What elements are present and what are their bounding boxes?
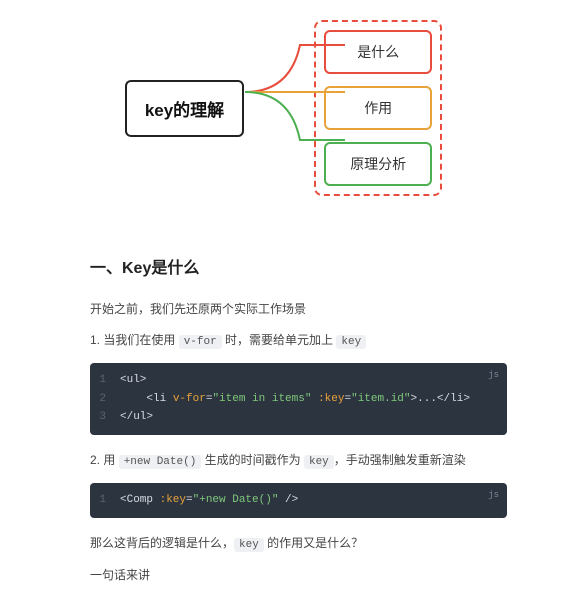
text: 那么这背后的逻辑是什么， (90, 536, 234, 550)
code-line: 3</ul> (90, 408, 497, 427)
text: 2. 用 (90, 453, 119, 467)
code-content: </ul> (120, 408, 153, 427)
point-2: 2. 用 +new Date() 生成的时间戳作为 key，手动强制触发重新渲染 (90, 449, 507, 473)
code-line: 2 <li v-for="item in items" :key="item.i… (90, 390, 497, 409)
question-text: 那么这背后的逻辑是什么，key 的作用又是什么？ (90, 532, 507, 556)
text: ，手动强制触发重新渲染 (334, 453, 466, 467)
text: 1. 当我们在使用 (90, 333, 179, 347)
inline-code: key (234, 538, 264, 552)
child-node-what: 是什么 (324, 30, 432, 74)
code-block-2: js 1<Comp :key="+new Date()" /> (90, 483, 507, 518)
root-node: key的理解 (125, 80, 244, 137)
code-block-1: js 1<ul>2 <li v-for="item in items" :key… (90, 363, 507, 435)
text: 时，需要给单元加上 (222, 333, 337, 347)
line-number: 1 (90, 371, 120, 390)
code-lines: 1<Comp :key="+new Date()" /> (90, 491, 497, 510)
code-content: <ul> (120, 371, 146, 390)
code-lines: 1<ul>2 <li v-for="item in items" :key="i… (90, 371, 497, 427)
text: 生成的时间戳作为 (201, 453, 304, 467)
code-lang-badge: js (488, 367, 499, 384)
point-1: 1. 当我们在使用 v-for 时，需要给单元加上 key (90, 329, 507, 353)
line-number: 3 (90, 408, 120, 427)
code-content: <Comp :key="+new Date()" /> (120, 491, 298, 510)
section-heading: 一、Key是什么 (90, 254, 507, 284)
inline-code: v-for (179, 335, 222, 349)
child-node-principle: 原理分析 (324, 142, 432, 186)
outro-text: 一句话来讲 (90, 564, 507, 587)
inline-code: key (336, 335, 366, 349)
code-lang-badge: js (488, 487, 499, 504)
article-body: 一、Key是什么 开始之前，我们先还原两个实际工作场景 1. 当我们在使用 v-… (0, 226, 567, 611)
mindmap-diagram: key的理解 是什么 作用 原理分析 (0, 0, 567, 226)
inline-code: key (304, 455, 334, 469)
text: 的作用又是什么？ (264, 536, 363, 550)
children-container: 是什么 作用 原理分析 (314, 20, 442, 196)
intro-text: 开始之前，我们先还原两个实际工作场景 (90, 298, 507, 321)
code-line: 1<Comp :key="+new Date()" /> (90, 491, 497, 510)
code-content: <li v-for="item in items" :key="item.id"… (120, 390, 470, 409)
inline-code: +new Date() (119, 455, 202, 469)
child-node-purpose: 作用 (324, 86, 432, 130)
line-number: 2 (90, 390, 120, 409)
code-line: 1<ul> (90, 371, 497, 390)
line-number: 1 (90, 491, 120, 510)
